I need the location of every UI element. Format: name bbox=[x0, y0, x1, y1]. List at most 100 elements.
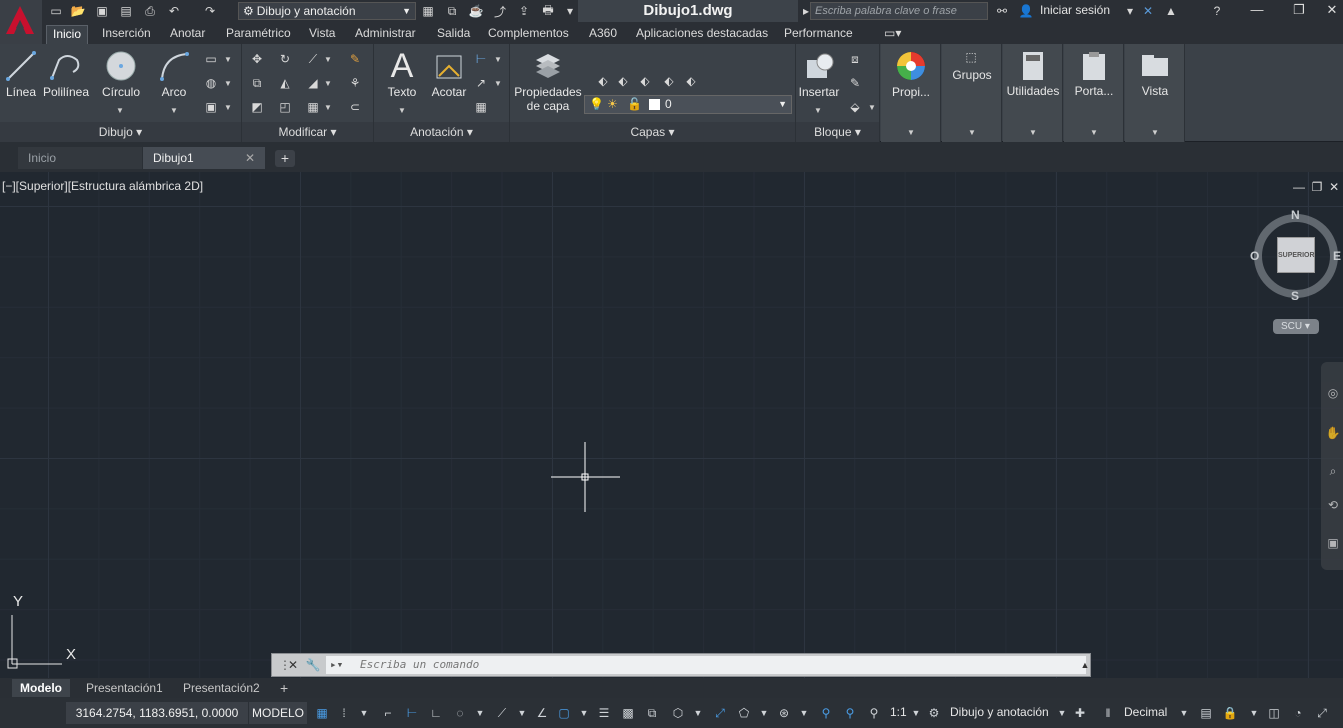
tab-insercion[interactable]: Inserción bbox=[96, 25, 157, 44]
chevron-down-icon[interactable]: ▼ bbox=[494, 55, 502, 64]
ucs-menu-button[interactable]: SCU ▾ bbox=[1273, 319, 1319, 334]
panel-utilidades[interactable]: Utilidades ▼ bbox=[1003, 44, 1063, 142]
tab-a360[interactable]: A360 bbox=[583, 25, 623, 44]
panel-title-bloque[interactable]: Bloque ▾ bbox=[796, 122, 879, 142]
plot-icon[interactable]: 🖶 bbox=[540, 3, 556, 19]
isolate-objects-icon[interactable]: ◫ bbox=[1266, 705, 1282, 721]
leader-icon[interactable]: ↗ bbox=[472, 74, 490, 92]
chevron-down-icon[interactable]: ▼ bbox=[576, 705, 592, 721]
undo-icon[interactable]: ↶ bbox=[166, 3, 182, 19]
chevron-down-icon[interactable]: ▼ bbox=[1246, 705, 1262, 721]
app-menu-button[interactable] bbox=[0, 0, 42, 44]
search-input[interactable]: Escriba palabra clave o frase bbox=[810, 2, 988, 20]
table-icon[interactable]: ▦ bbox=[472, 98, 490, 116]
chevron-down-icon[interactable]: ▼ bbox=[1176, 705, 1192, 721]
annotation-scale-value[interactable]: 1:1 bbox=[890, 705, 907, 719]
rotate-icon[interactable]: ↻ bbox=[276, 50, 294, 68]
viewport-window-controls[interactable]: — ❐ ✕ bbox=[1293, 180, 1339, 194]
compass-north[interactable]: N bbox=[1291, 208, 1300, 222]
lock-ui-icon[interactable]: 🔒 bbox=[1222, 705, 1238, 721]
attribute-icon[interactable]: ⬙ bbox=[846, 98, 864, 116]
panel-portapapeles[interactable]: Porta... ▼ bbox=[1064, 44, 1124, 142]
new-file-icon[interactable]: ▭ bbox=[48, 3, 64, 19]
chevron-down-icon[interactable]: ▼ bbox=[116, 106, 124, 115]
customize-icon[interactable]: 🔧 bbox=[304, 656, 322, 674]
hardware-accel-icon[interactable]: ◔ bbox=[1290, 705, 1306, 721]
binoculars-icon[interactable]: ⚯ bbox=[994, 3, 1010, 19]
layer-tool-icon[interactable]: ⬖ bbox=[594, 72, 612, 90]
scale-icon[interactable]: ◰ bbox=[276, 98, 294, 116]
snap-icon[interactable]: ⁞ bbox=[336, 705, 352, 721]
navigation-bar[interactable]: ◎ ✋ ⌕ ⟲ ▣ bbox=[1321, 362, 1343, 570]
tab-performance[interactable]: Performance bbox=[778, 25, 859, 44]
viewport-controls-label[interactable]: [−][Superior][Estructura alámbrica 2D] bbox=[2, 179, 203, 193]
compass-south[interactable]: S bbox=[1291, 289, 1299, 303]
panel-title-dibujo[interactable]: Dibujo ▾ bbox=[0, 122, 241, 142]
tab-anotar[interactable]: Anotar bbox=[164, 25, 211, 44]
chevron-down-icon[interactable]: ▼ bbox=[908, 705, 924, 721]
object-snap-icon[interactable]: ▢ bbox=[556, 705, 572, 721]
trim-icon[interactable]: ⟋ bbox=[304, 50, 322, 68]
tab-inicio[interactable]: Inicio bbox=[46, 25, 89, 44]
chevron-down-icon[interactable]: ▼ bbox=[1054, 705, 1070, 721]
close-button[interactable]: ✕ bbox=[1315, 0, 1343, 22]
array-icon[interactable]: ▦ bbox=[304, 98, 322, 116]
restore-button[interactable]: ❐ bbox=[1282, 0, 1316, 22]
panel-title-anotacion[interactable]: Anotación ▾ bbox=[374, 122, 509, 142]
hatch-icon[interactable]: ◍ bbox=[202, 74, 220, 92]
transparency-icon[interactable]: ▩ bbox=[620, 705, 636, 721]
match-icon[interactable]: ⧉ bbox=[444, 3, 460, 19]
layer-tool-icon[interactable]: ⬖ bbox=[660, 72, 678, 90]
rectangle-icon[interactable]: ▭ bbox=[202, 50, 220, 68]
pan-icon[interactable]: ✋ bbox=[1324, 424, 1342, 442]
close-icon[interactable]: ✕ bbox=[284, 656, 302, 674]
teapot-icon[interactable]: ☕ bbox=[468, 3, 484, 19]
tab-presentacion1[interactable]: Presentación1 bbox=[78, 679, 171, 697]
panel-vista[interactable]: Vista ▼ bbox=[1125, 44, 1185, 142]
object-snap-tracking-icon[interactable]: ∠ bbox=[534, 705, 550, 721]
signin-caret-icon[interactable]: ▾ bbox=[1122, 3, 1138, 19]
chevron-down-icon[interactable]: ▼ bbox=[868, 103, 876, 112]
polyline-tool[interactable]: Polilínea bbox=[42, 48, 90, 99]
autodesk-app-icon[interactable]: ▲ bbox=[1163, 3, 1179, 19]
lineweight-icon[interactable]: ☰ bbox=[596, 705, 612, 721]
panel-title-modificar[interactable]: Modificar ▾ bbox=[242, 122, 373, 142]
history-caret-icon[interactable]: ▲ bbox=[1076, 656, 1094, 674]
sheet-icon[interactable]: ▦ bbox=[420, 3, 436, 19]
chevron-down-icon[interactable]: ▼ bbox=[796, 705, 812, 721]
chevron-down-icon[interactable]: ▼ bbox=[814, 106, 822, 115]
layer-tool-icon[interactable]: ⬖ bbox=[614, 72, 632, 90]
selection-cycling-icon[interactable]: ⧉ bbox=[644, 705, 660, 721]
steering-wheel-icon[interactable]: ◎ bbox=[1324, 384, 1342, 402]
dynamic-ucs-icon[interactable]: ⤢ bbox=[712, 705, 728, 721]
chevron-down-icon[interactable]: ▼ bbox=[224, 55, 232, 64]
chevron-down-icon[interactable]: ▼ bbox=[494, 79, 502, 88]
customize-qat-icon[interactable]: ▾ bbox=[562, 3, 578, 19]
grid-icon[interactable]: ▦ bbox=[314, 705, 330, 721]
annotation-monitor-icon[interactable]: ✚ bbox=[1072, 705, 1088, 721]
boundary-icon[interactable]: ▣ bbox=[202, 98, 220, 116]
polar-icon[interactable]: ◌ bbox=[452, 705, 468, 721]
arc-tool[interactable]: Arco bbox=[156, 48, 192, 99]
text-tool[interactable]: A Texto bbox=[384, 47, 420, 100]
circle-tool[interactable]: Círculo bbox=[100, 48, 142, 99]
erase-icon[interactable]: ✎ bbox=[346, 50, 364, 68]
chevron-down-icon[interactable]: ▼ bbox=[324, 79, 332, 88]
offset-icon[interactable]: ⊂ bbox=[346, 98, 364, 116]
showmotion-icon[interactable]: ▣ bbox=[1324, 534, 1342, 552]
orbit-icon[interactable]: ⟲ bbox=[1324, 496, 1342, 514]
linear-dim-icon[interactable]: ⊢ bbox=[472, 50, 490, 68]
chevron-down-icon[interactable]: ▼ bbox=[224, 79, 232, 88]
new-tab-button[interactable]: + bbox=[275, 150, 295, 167]
chevron-down-icon[interactable]: ▼ bbox=[690, 705, 706, 721]
infer-constraints-icon[interactable]: ⌐ bbox=[380, 705, 396, 721]
chevron-down-icon[interactable]: ▼ bbox=[324, 55, 332, 64]
tab-administrar[interactable]: Administrar bbox=[349, 25, 422, 44]
ribbon-options-icon[interactable]: ▭▾ bbox=[878, 25, 907, 44]
file-tab-start[interactable]: Inicio bbox=[18, 147, 142, 169]
dynamic-input-icon[interactable]: ⊢ bbox=[404, 705, 420, 721]
auto-scale-icon[interactable]: ⚲ bbox=[842, 705, 858, 721]
panel-grupos[interactable]: ⬚ Grupos ▼ bbox=[942, 44, 1002, 142]
ortho-icon[interactable]: ∟ bbox=[428, 705, 444, 721]
tab-vista[interactable]: Vista bbox=[303, 25, 341, 44]
